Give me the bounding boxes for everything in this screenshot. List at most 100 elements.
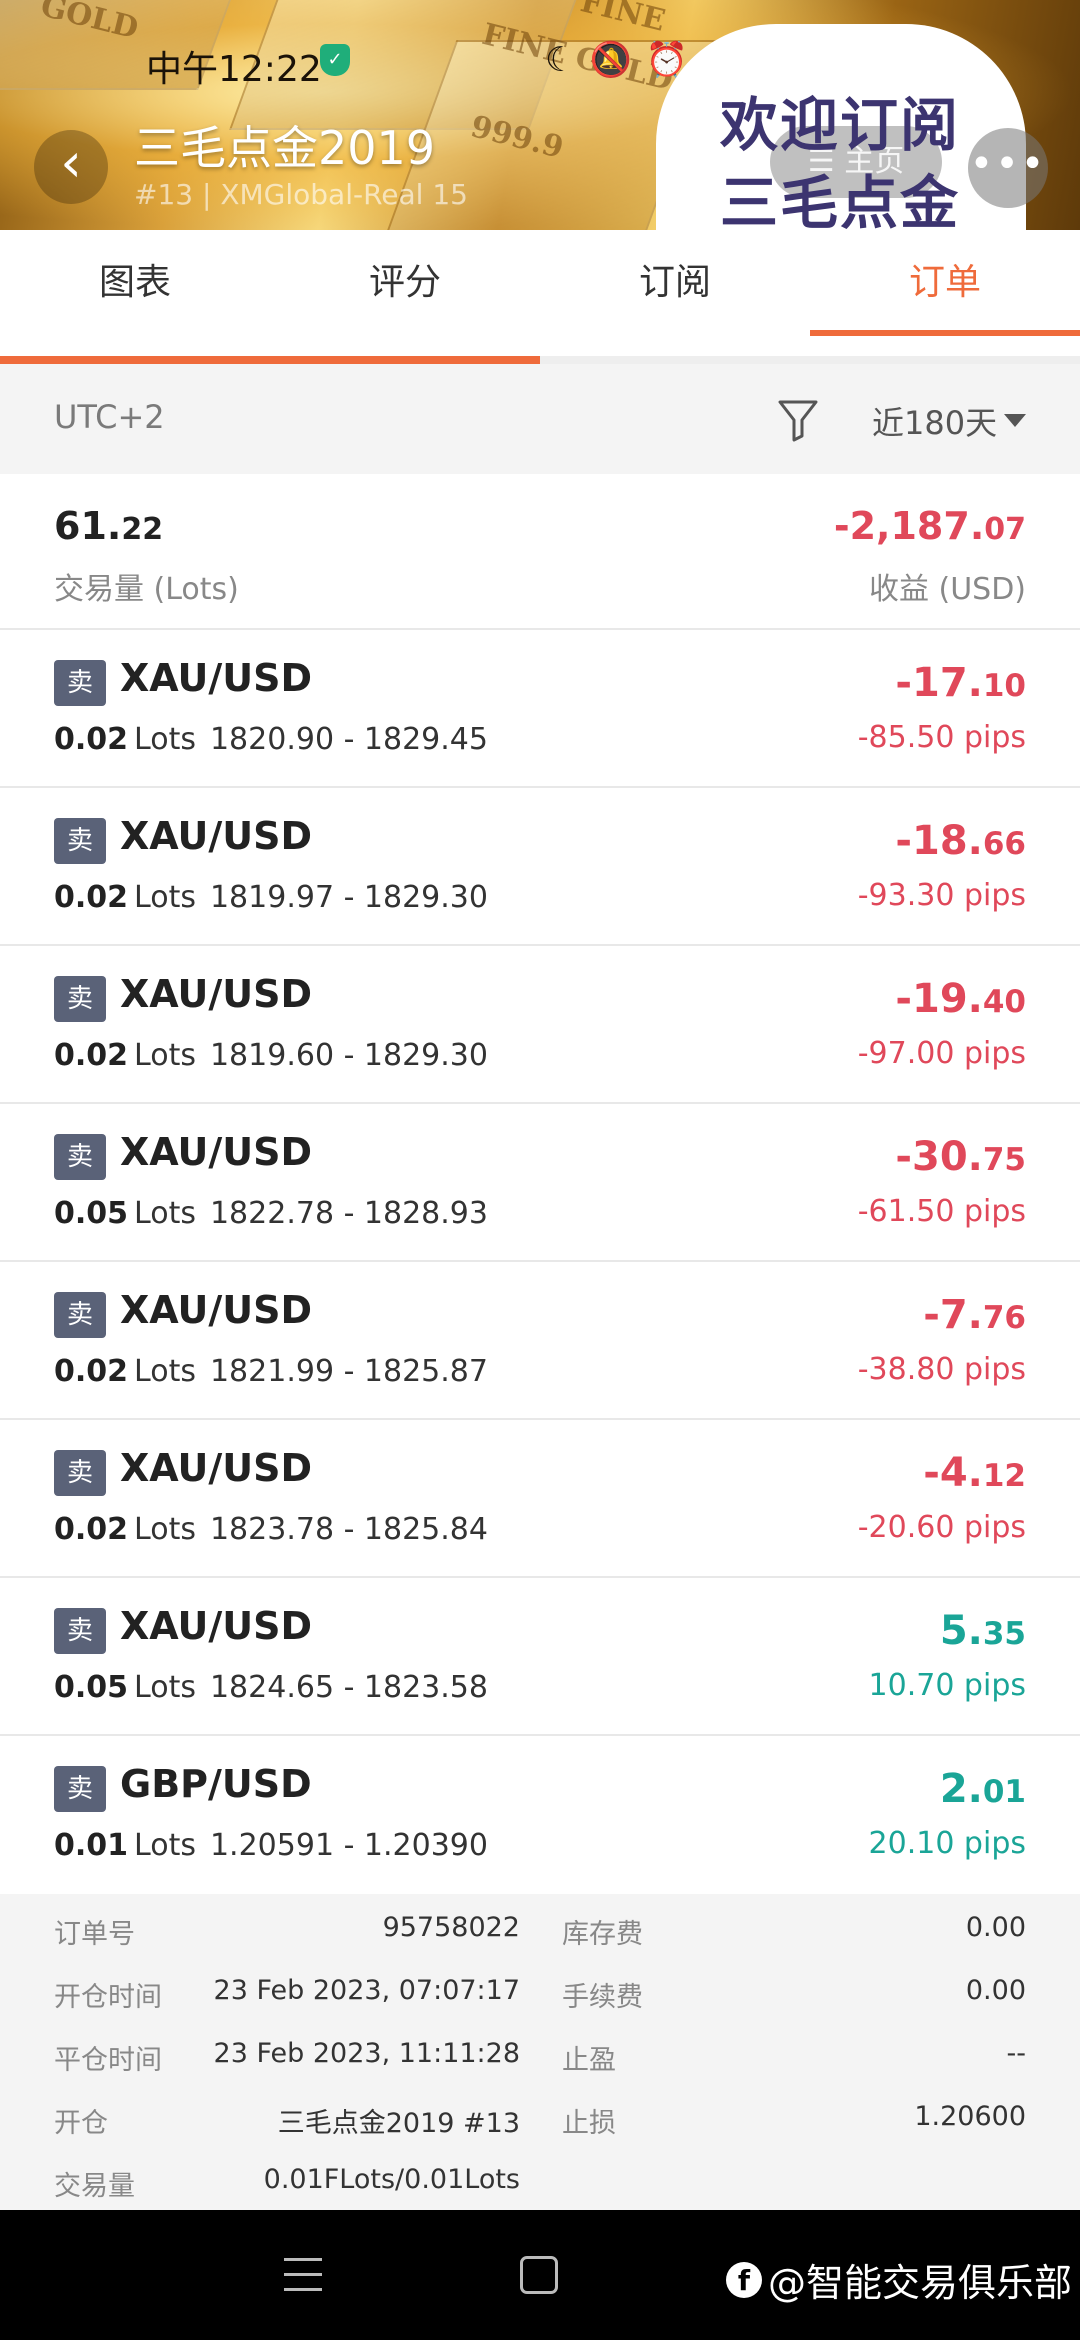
order-details: 0.02 Lots 1823.78 - 1825.84 [54, 1512, 488, 1547]
volume-label: 交易量 (Lots) [54, 572, 239, 607]
order-row[interactable]: 卖 XAU/USD 0.02 Lots 1821.99 - 1825.87 -7.76 -3… [0, 1262, 1080, 1420]
status-time: 中午12:22 [146, 49, 322, 90]
order-row[interactable]: 卖 XAU/USD 0.02 Lots 1819.60 - 1829.30 -19.40 -… [0, 946, 1080, 1104]
detail-key: 止盈 [562, 2045, 616, 2076]
order-lots-unit: Lots [134, 1512, 196, 1547]
sell-badge: 卖 [54, 1608, 106, 1654]
scroll-progress [0, 356, 1080, 364]
order-details: 0.02 Lots 1819.97 - 1829.30 [54, 880, 488, 915]
facebook-icon: f [726, 2261, 762, 2298]
detail-row: 开仓 三毛点金2019 #13 止损 1.20600 [0, 2101, 1080, 2163]
order-profit: -17.10 [895, 660, 1026, 706]
tab-subscribe[interactable]: 订阅 [540, 230, 810, 336]
detail-value: 1.20600 [914, 2101, 1026, 2132]
order-row[interactable]: 卖 GBP/USD 0.01 Lots 1.20591 - 1.20390 2.01 20.… [0, 1736, 1080, 1894]
order-pips: -97.00 pips [857, 1036, 1026, 1071]
order-price-range: 1823.78 - 1825.84 [209, 1512, 488, 1547]
bell-off-icon: 🔕 [589, 40, 632, 80]
detail-row: 开仓时间 23 Feb 2023, 07:07:17 手续费 0.00 [0, 1975, 1080, 2037]
more-button[interactable]: ••• [968, 128, 1048, 208]
order-symbol: XAU/USD [120, 972, 313, 1016]
order-lots-unit: Lots [134, 880, 196, 915]
order-details: 0.02 Lots 1819.60 - 1829.30 [54, 1038, 488, 1073]
order-details: 0.01 Lots 1.20591 - 1.20390 [54, 1828, 488, 1863]
order-lots-unit: Lots [134, 722, 196, 757]
order-lots: 0.02 [54, 1038, 129, 1073]
back-button[interactable]: ‹ [34, 130, 108, 204]
order-row[interactable]: 卖 XAU/USD 0.02 Lots 1819.97 - 1829.30 -18.66 -… [0, 788, 1080, 946]
order-symbol: XAU/USD [120, 1446, 313, 1490]
order-lots: 0.02 [54, 1512, 129, 1547]
order-lots: 0.05 [54, 1196, 129, 1231]
home-nav-button[interactable] [520, 2256, 558, 2294]
order-lots-unit: Lots [134, 1196, 196, 1231]
order-price-range: 1.20591 - 1.20390 [209, 1828, 488, 1863]
order-symbol: XAU/USD [120, 1604, 313, 1648]
filter-icon[interactable] [776, 396, 820, 444]
total-volume: 61.22 [54, 504, 164, 548]
detail-key: 平仓时间 [54, 2045, 162, 2076]
order-price-range: 1822.78 - 1828.93 [209, 1196, 488, 1231]
order-profit: 5.35 [939, 1608, 1026, 1654]
detail-row: 交易量 0.01FLots/0.01Lots [0, 2164, 1080, 2210]
summary-row: 61.22 交易量 (Lots) -2,187.07 收益 (USD) [0, 474, 1080, 630]
order-pips: -38.80 pips [857, 1352, 1026, 1387]
order-lots: 0.02 [54, 722, 129, 757]
order-lots: 0.01 [54, 1828, 129, 1863]
order-profit: -19.40 [895, 976, 1026, 1022]
scroll-progress-fill [0, 356, 540, 364]
tab-orders[interactable]: 订单 [810, 230, 1080, 336]
sell-badge: 卖 [54, 1134, 106, 1180]
detail-value: 0.00 [965, 1912, 1026, 1943]
watermark: f @智能交易俱乐部 [726, 2252, 1072, 2307]
order-pips: -20.60 pips [857, 1510, 1026, 1545]
detail-key: 订单号 [54, 1919, 135, 1950]
order-row[interactable]: 卖 XAU/USD 0.02 Lots 1820.90 - 1829.45 -17.10 -… [0, 630, 1080, 788]
order-list: 卖 XAU/USD 0.02 Lots 1820.90 - 1829.45 -17.10 -… [0, 630, 1080, 1894]
order-symbol: XAU/USD [120, 656, 313, 700]
order-price-range: 1824.65 - 1823.58 [209, 1670, 488, 1705]
order-details: 0.02 Lots 1820.90 - 1829.45 [54, 722, 488, 757]
detail-key: 开仓 [54, 2108, 108, 2139]
shield-icon: ✓ [320, 44, 350, 76]
order-pips: -61.50 pips [857, 1194, 1026, 1229]
order-price-range: 1821.99 - 1825.87 [209, 1354, 488, 1389]
total-profit: -2,187.07 [833, 504, 1026, 548]
order-profit: -30.75 [895, 1134, 1026, 1180]
order-row[interactable]: 卖 XAU/USD 0.05 Lots 1822.78 - 1828.93 -30.75 -… [0, 1104, 1080, 1262]
moon-icon: ☾ [545, 40, 576, 80]
detail-row: 平仓时间 23 Feb 2023, 11:11:28 止盈 -- [0, 2038, 1080, 2100]
order-symbol: XAU/USD [120, 1130, 313, 1174]
order-pips: -93.30 pips [857, 878, 1026, 913]
sell-badge: 卖 [54, 660, 106, 706]
order-lots: 0.02 [54, 880, 129, 915]
tab-bar: 图表 评分 订阅 订单 [0, 230, 1080, 336]
chevron-left-icon: ‹ [60, 131, 82, 194]
order-price-range: 1819.97 - 1829.30 [209, 880, 488, 915]
order-details: 0.02 Lots 1821.99 - 1825.87 [54, 1354, 488, 1389]
tab-chart[interactable]: 图表 [0, 230, 270, 336]
sell-badge: 卖 [54, 976, 106, 1022]
order-pips: 20.10 pips [868, 1826, 1026, 1861]
detail-key: 库存费 [562, 1919, 643, 1950]
sell-badge: 卖 [54, 1450, 106, 1496]
order-profit: -7.76 [923, 1292, 1026, 1338]
sell-badge: 卖 [54, 1292, 106, 1338]
detail-value: 0.00 [965, 1975, 1026, 2006]
tab-rating[interactable]: 评分 [270, 230, 540, 336]
page-title: 三毛点金2019 [134, 121, 436, 175]
recent-apps-button[interactable] [284, 2258, 322, 2292]
order-profit: -4.12 [923, 1450, 1026, 1496]
filter-bar: UTC+2 近180天 [0, 364, 1080, 474]
caret-down-icon[interactable] [1004, 414, 1026, 427]
detail-value: 23 Feb 2023, 11:11:28 [213, 2038, 520, 2069]
order-row[interactable]: 卖 XAU/USD 0.05 Lots 1824.65 - 1823.58 5.35 10.… [0, 1578, 1080, 1736]
detail-row: 订单号 95758022 库存费 0.00 [0, 1912, 1080, 1974]
order-pips: 10.70 pips [868, 1668, 1026, 1703]
more-dots-icon: ••• [969, 141, 1047, 187]
order-details: 0.05 Lots 1824.65 - 1823.58 [54, 1670, 488, 1705]
detail-value: 95758022 [382, 1912, 520, 1943]
order-row[interactable]: 卖 XAU/USD 0.02 Lots 1823.78 - 1825.84 -4.12 -2… [0, 1420, 1080, 1578]
order-symbol: XAU/USD [120, 814, 313, 858]
date-range-select[interactable]: 近180天 [872, 398, 997, 444]
